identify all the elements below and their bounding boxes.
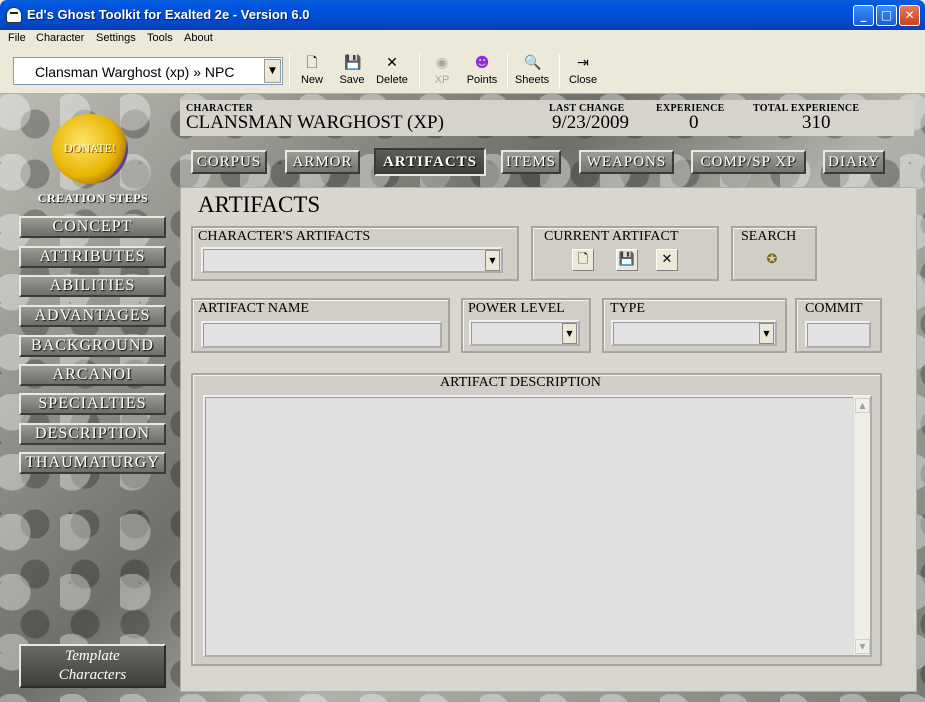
xp-icon: ◉ bbox=[435, 55, 449, 71]
description-scrollbar[interactable]: ▲ ▼ bbox=[853, 397, 870, 655]
tab-diary[interactable]: DIARY bbox=[823, 150, 885, 174]
step-specialties-button[interactable]: SPECIALTIES bbox=[19, 393, 166, 415]
type-select[interactable]: ▼ bbox=[611, 320, 777, 346]
sheets-button[interactable]: 🔍 Sheets bbox=[514, 52, 550, 90]
maximize-button[interactable]: □ bbox=[876, 5, 897, 26]
power-level-select[interactable]: ▼ bbox=[469, 320, 580, 346]
artifact-description-label: ARTIFACT DESCRIPTION bbox=[440, 375, 601, 390]
new-document-icon: 🗋 bbox=[306, 55, 318, 71]
points-button[interactable]: ☻ Points bbox=[465, 52, 499, 90]
last-change-value: 9/23/2009 bbox=[552, 112, 630, 133]
search-icon: ✪ bbox=[766, 252, 778, 267]
search-button[interactable]: ✪ bbox=[761, 249, 783, 271]
search-label: SEARCH bbox=[741, 229, 797, 244]
total-experience-value: 310 bbox=[802, 112, 831, 133]
menu-settings[interactable]: Settings bbox=[96, 32, 136, 44]
tab-corpus[interactable]: CORPUS bbox=[191, 150, 267, 174]
character-value: CLANSMAN WARGHOST (XP) bbox=[186, 112, 444, 133]
minimize-button[interactable]: _ bbox=[853, 5, 874, 26]
title-bar: Ed's Ghost Toolkit for Exalted 2e - Vers… bbox=[0, 0, 925, 30]
floppy-disk-icon: 💾 bbox=[618, 252, 636, 267]
commit-label: COMMIT bbox=[805, 301, 863, 316]
tab-artifacts[interactable]: ARTIFACTS bbox=[374, 148, 486, 176]
character-select[interactable]: Clansman Warghost (xp) » NPC ▼ bbox=[13, 57, 283, 85]
characters-artifacts-select[interactable]: ▼ bbox=[201, 247, 503, 273]
chevron-down-icon[interactable]: ▼ bbox=[562, 323, 577, 344]
sheets-icon: 🔍 bbox=[524, 55, 542, 71]
tab-items[interactable]: ITEMS bbox=[501, 150, 561, 174]
menu-bar: File Character Settings Tools About bbox=[0, 30, 925, 48]
commit-input[interactable] bbox=[805, 321, 871, 348]
toolbar-separator bbox=[507, 54, 508, 88]
scroll-down-icon[interactable]: ▼ bbox=[855, 639, 870, 654]
menu-character[interactable]: Character bbox=[36, 32, 84, 44]
toolbar-separator bbox=[289, 54, 290, 88]
step-description-button[interactable]: DESCRIPTION bbox=[19, 423, 166, 445]
save-button[interactable]: 💾 Save bbox=[337, 52, 367, 90]
step-thaumaturgy-button[interactable]: THAUMATURGY bbox=[19, 452, 166, 474]
power-level-label: POWER LEVEL bbox=[468, 301, 565, 316]
floppy-disk-icon: 💾 bbox=[344, 55, 362, 71]
template-characters-button[interactable]: Template Characters bbox=[19, 644, 166, 688]
menu-about[interactable]: About bbox=[184, 32, 213, 44]
xp-button[interactable]: ◉ XP bbox=[431, 52, 453, 90]
artifact-name-label: ARTIFACT NAME bbox=[198, 301, 310, 316]
new-artifact-button[interactable]: 🗋 bbox=[572, 249, 594, 271]
tab-comp-sp-xp[interactable]: COMP/SP XP bbox=[691, 150, 806, 174]
step-arcanoi-button[interactable]: ARCANOI bbox=[19, 364, 166, 386]
donate-button[interactable]: DONATE! bbox=[52, 114, 128, 184]
scroll-up-icon[interactable]: ▲ bbox=[855, 398, 870, 413]
type-label: TYPE bbox=[610, 301, 645, 316]
step-advantages-button[interactable]: ADVANTAGES bbox=[19, 305, 166, 327]
chevron-down-icon[interactable]: ▼ bbox=[485, 250, 500, 271]
delete-x-icon: ✕ bbox=[661, 252, 673, 267]
step-background-button[interactable]: BACKGROUND bbox=[19, 335, 166, 357]
toolbar-separator bbox=[419, 54, 420, 88]
chevron-down-icon[interactable]: ▼ bbox=[264, 59, 281, 83]
delete-artifact-button[interactable]: ✕ bbox=[656, 249, 678, 271]
step-concept-button[interactable]: CONCEPT bbox=[19, 216, 166, 238]
toolbar: Clansman Warghost (xp) » NPC ▼ 🗋 New 💾 S… bbox=[0, 48, 925, 94]
step-attributes-button[interactable]: ATTRIBUTES bbox=[19, 246, 166, 268]
delete-x-icon: ✕ bbox=[386, 55, 398, 71]
delete-button[interactable]: ✕ Delete bbox=[373, 52, 411, 90]
creation-steps-label: CREATION STEPS bbox=[37, 191, 149, 205]
window-title: Ed's Ghost Toolkit for Exalted 2e - Vers… bbox=[27, 7, 310, 22]
tab-armor[interactable]: ARMOR bbox=[285, 150, 360, 174]
character-select-value: Clansman Warghost (xp) » NPC bbox=[35, 64, 235, 80]
chevron-down-icon[interactable]: ▼ bbox=[759, 323, 774, 344]
close-window-button[interactable]: ✕ bbox=[899, 5, 920, 26]
points-icon: ☻ bbox=[474, 55, 490, 71]
app-ghost-icon bbox=[6, 7, 22, 23]
step-abilities-button[interactable]: ABILITIES bbox=[19, 275, 166, 297]
characters-artifacts-label: CHARACTER'S ARTIFACTS bbox=[198, 229, 371, 244]
experience-value: 0 bbox=[689, 112, 699, 133]
new-button[interactable]: 🗋 New bbox=[298, 52, 326, 90]
menu-tools[interactable]: Tools bbox=[147, 32, 173, 44]
tab-weapons[interactable]: WEAPONS bbox=[579, 150, 674, 174]
artifact-name-input[interactable] bbox=[201, 321, 442, 348]
close-button[interactable]: ⇥ Close bbox=[568, 52, 598, 90]
toolbar-separator bbox=[559, 54, 560, 88]
new-document-icon: 🗋 bbox=[577, 252, 589, 267]
current-artifact-label: CURRENT ARTIFACT bbox=[544, 229, 679, 244]
menu-file[interactable]: File bbox=[8, 32, 26, 44]
save-artifact-button[interactable]: 💾 bbox=[616, 249, 638, 271]
artifact-description-textarea[interactable]: ▲ ▼ bbox=[203, 395, 872, 657]
section-title: ARTIFACTS bbox=[198, 192, 321, 217]
exit-door-icon: ⇥ bbox=[577, 55, 589, 71]
